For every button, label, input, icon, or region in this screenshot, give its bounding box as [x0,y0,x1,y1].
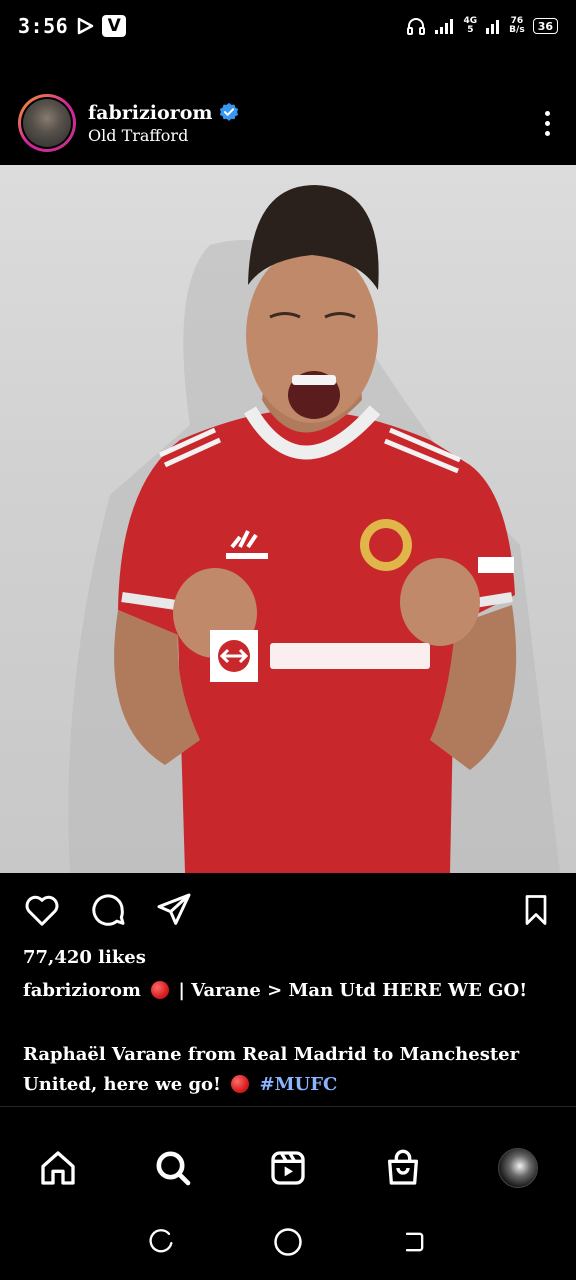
status-time: 3:56 [18,14,69,38]
status-left: 3:56 V [18,14,127,38]
app-badge: V [102,15,127,37]
back-icon[interactable] [400,1228,428,1256]
verified-badge-icon [220,102,239,121]
play-icon [77,17,94,35]
reels-icon[interactable] [268,1148,308,1188]
caption-body: Raphaël Varane from Real Madrid to Manch… [23,1040,543,1100]
status-bar: 3:56 V 4G 5 76 B/s 36 [0,0,576,52]
bottom-nav [0,1136,576,1200]
post-actions [0,888,576,932]
post-image[interactable] [0,165,576,873]
player-photo [68,185,560,873]
heart-icon[interactable] [22,890,62,930]
system-nav-bar [0,1222,576,1262]
recent-apps-icon[interactable] [148,1228,176,1256]
status-right: 4G 5 76 B/s 36 [406,16,558,36]
search-icon[interactable] [153,1148,193,1188]
shop-icon[interactable] [383,1148,423,1188]
red-circle-emoji [231,1075,250,1093]
likes-count[interactable]: 77,420 likes [23,947,146,968]
network-type: 4G 5 [463,16,478,35]
home-button-icon[interactable] [273,1227,303,1257]
post-username[interactable]: fabriziorom [88,102,212,124]
avatar[interactable] [18,94,76,152]
post-location[interactable]: Old Trafford [88,126,240,145]
profile-avatar[interactable] [498,1148,539,1188]
battery-indicator: 36 [532,18,558,34]
divider [0,1106,576,1107]
user-block: fabriziorom Old Trafford [88,102,240,145]
send-icon[interactable] [154,890,194,930]
home-icon[interactable] [38,1148,78,1188]
headphones-icon [406,18,425,35]
data-speed: 76 B/s [509,16,525,35]
more-options-button[interactable] [545,110,550,136]
bookmark-icon[interactable] [518,890,554,930]
signal-icon-2 [486,20,500,34]
hashtag-link[interactable]: #MUFC [260,1074,338,1095]
caption-username[interactable]: fabriziorom [23,980,141,1001]
post-header: fabriziorom Old Trafford [0,92,576,154]
caption-headline-text: | Varane > Man Utd HERE WE GO! [178,980,528,1001]
red-circle-emoji [150,981,169,999]
signal-icon [434,19,453,34]
caption-headline: fabriziorom | Varane > Man Utd HERE WE G… [23,980,563,1001]
comment-icon[interactable] [88,890,128,930]
